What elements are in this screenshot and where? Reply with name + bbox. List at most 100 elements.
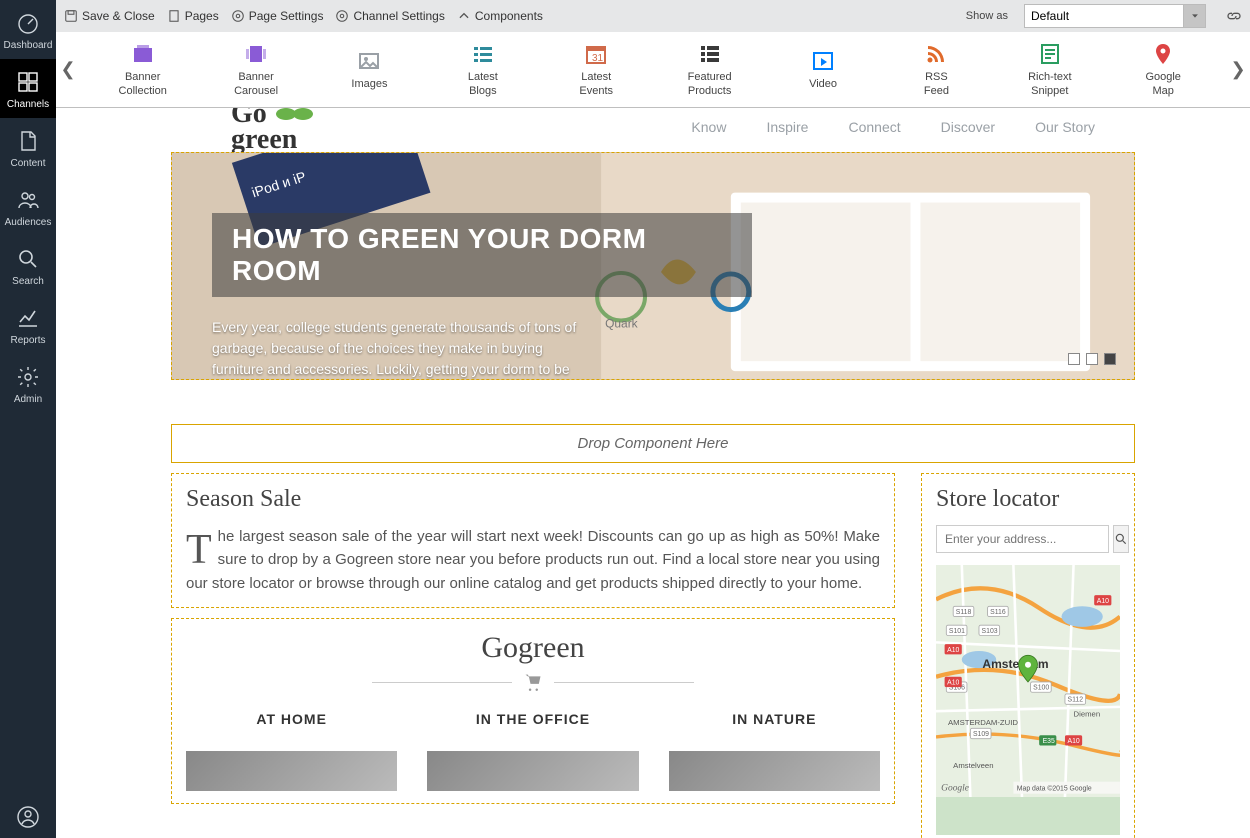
store-locator-box[interactable]: Store locator [921, 473, 1135, 838]
nav-link-our-story[interactable]: Our Story [1035, 119, 1095, 135]
locator-address-input[interactable] [936, 525, 1109, 553]
comp-featured-products[interactable]: FeaturedProducts [660, 41, 760, 97]
menu-label: Components [475, 9, 543, 23]
locator-map[interactable]: S118 S116 S101 S103 S106 S100 S112 S109 … [936, 565, 1120, 835]
svg-text:Diemen: Diemen [1074, 709, 1101, 718]
sidebar-item-admin[interactable]: Admin [0, 354, 56, 413]
component-label: BannerCarousel [234, 71, 278, 97]
component-label: RSSFeed [924, 71, 949, 97]
nav-link-discover[interactable]: Discover [941, 119, 995, 135]
season-sale-text: The largest season sale of the year will… [186, 525, 880, 595]
category-title: AT HOME [186, 711, 397, 727]
top-menubar: Save & Close Pages Page Settings Channel… [56, 0, 1250, 32]
menu-pages[interactable]: Pages [167, 9, 219, 23]
comp-rich-text-snippet[interactable]: Rich-textSnippet [1000, 41, 1100, 97]
logo-line2: green [231, 124, 298, 154]
locator-search-button[interactable] [1113, 525, 1129, 553]
component-label: FeaturedProducts [688, 71, 732, 97]
hero-title: HOW TO GREEN YOUR DORM ROOM [232, 223, 732, 287]
svg-text:AMSTERDAM-ZUID: AMSTERDAM-ZUID [948, 718, 1018, 727]
category-title: IN THE OFFICE [427, 711, 638, 727]
menu-components[interactable]: Components [457, 9, 543, 23]
component-scroll-left[interactable]: ❮ [56, 32, 80, 107]
video-icon [809, 48, 837, 74]
component-scroll-right[interactable]: ❯ [1226, 32, 1250, 107]
content-row: Season Sale The largest season sale of t… [171, 473, 1135, 838]
people-icon [15, 187, 41, 213]
sidebar-label: Reports [10, 335, 45, 346]
comp-video[interactable]: Video [773, 41, 873, 97]
catalog-divider [186, 673, 880, 693]
list-icon [469, 41, 497, 67]
gear-icon [335, 9, 349, 23]
category-row: AT HOME IN THE OFFICE IN NATURE [186, 711, 880, 791]
component-toolbar: ❮ BannerCollection BannerCarousel Images La… [56, 32, 1250, 108]
season-sale-title: Season Sale [186, 486, 880, 513]
category-image [669, 751, 880, 791]
link-icon [1226, 8, 1242, 24]
nav-link-know[interactable]: Know [691, 119, 726, 135]
nav-link-inspire[interactable]: Inspire [766, 119, 808, 135]
comp-latest-events[interactable]: 31LatestEvents [546, 41, 646, 97]
site-logo[interactable]: Go green [231, 108, 351, 154]
comp-rss-feed[interactable]: RSSFeed [886, 41, 986, 97]
link-button[interactable] [1226, 8, 1242, 24]
sidebar-item-content[interactable]: Content [0, 118, 56, 177]
comp-banner-collection[interactable]: BannerCollection [93, 41, 193, 97]
store-locator-title: Store locator [936, 486, 1120, 513]
chevron-up-icon [457, 9, 471, 23]
sidebar-item-reports[interactable]: Reports [0, 295, 56, 354]
menu-save-close[interactable]: Save & Close [64, 9, 155, 23]
category-at-home[interactable]: AT HOME [186, 711, 397, 791]
catalog-box[interactable]: Gogreen AT HOMEIN THE OFFICEIN NATURE [171, 618, 895, 804]
component-label: BannerCollection [119, 71, 167, 97]
show-as-select[interactable]: Default [1024, 4, 1184, 28]
svg-text:S100: S100 [1033, 685, 1049, 692]
svg-text:E35: E35 [1043, 738, 1055, 745]
page-preview[interactable]: Go green Know Inspire Connect Discover Our S… [56, 108, 1250, 838]
chart-line-icon [15, 305, 41, 331]
triangle-down-icon [1190, 11, 1200, 21]
component-label: LatestEvents [579, 71, 613, 97]
sidebar-label: Channels [7, 99, 49, 110]
category-in-nature[interactable]: IN NATURE [669, 711, 880, 791]
category-in-the-office[interactable]: IN THE OFFICE [427, 711, 638, 791]
hero-banner[interactable]: Quark iPod и iP HOW TO GREEN YOUR DORM R… [171, 152, 1135, 380]
svg-text:S101: S101 [949, 628, 965, 635]
sidebar-label: Admin [14, 394, 42, 405]
season-sale-box[interactable]: Season Sale The largest season sale of t… [171, 473, 895, 608]
gear-icon [231, 9, 245, 23]
svg-text:S118: S118 [956, 609, 972, 616]
sidebar-item-user[interactable] [0, 794, 56, 838]
side-column: Store locator [921, 473, 1135, 838]
gear-icon [15, 364, 41, 390]
sidebar-item-search[interactable]: Search [0, 236, 56, 295]
svg-text:S103: S103 [982, 628, 998, 635]
hero-overlay: HOW TO GREEN YOUR DORM ROOM Every year, … [212, 213, 752, 380]
hero-description: Every year, college students generate th… [212, 317, 592, 380]
main-panel: Save & Close Pages Page Settings Channel… [56, 0, 1250, 838]
hero-dot-3[interactable] [1104, 353, 1116, 365]
comp-google-map[interactable]: GoogleMap [1113, 41, 1213, 97]
menu-page-settings[interactable]: Page Settings [231, 9, 324, 23]
sidebar-label: Audiences [5, 217, 52, 228]
sidebar-item-audiences[interactable]: Audiences [0, 177, 56, 236]
comp-banner-carousel[interactable]: BannerCarousel [206, 41, 306, 97]
hero-dot-2[interactable] [1086, 353, 1098, 365]
sidebar-item-channels[interactable]: Channels [0, 59, 56, 118]
sidebar-item-dashboard[interactable]: Dashboard [0, 0, 56, 59]
hero-dot-1[interactable] [1068, 353, 1080, 365]
component-label: Images [351, 78, 387, 91]
drop-zone[interactable]: Drop Component Here [171, 424, 1135, 463]
site-header: Go green Know Inspire Connect Discover Our S… [171, 108, 1135, 152]
svg-text:A10: A10 [1068, 738, 1080, 745]
show-as-dropdown-button[interactable] [1184, 4, 1206, 28]
svg-text:S112: S112 [1068, 697, 1084, 704]
menu-channel-settings[interactable]: Channel Settings [335, 9, 444, 23]
comp-images[interactable]: Images [319, 41, 419, 97]
svg-text:A10: A10 [947, 680, 959, 687]
category-image [186, 751, 397, 791]
svg-text:Amstelveen: Amstelveen [953, 761, 993, 770]
comp-latest-blogs[interactable]: LatestBlogs [433, 41, 533, 97]
nav-link-connect[interactable]: Connect [848, 119, 900, 135]
